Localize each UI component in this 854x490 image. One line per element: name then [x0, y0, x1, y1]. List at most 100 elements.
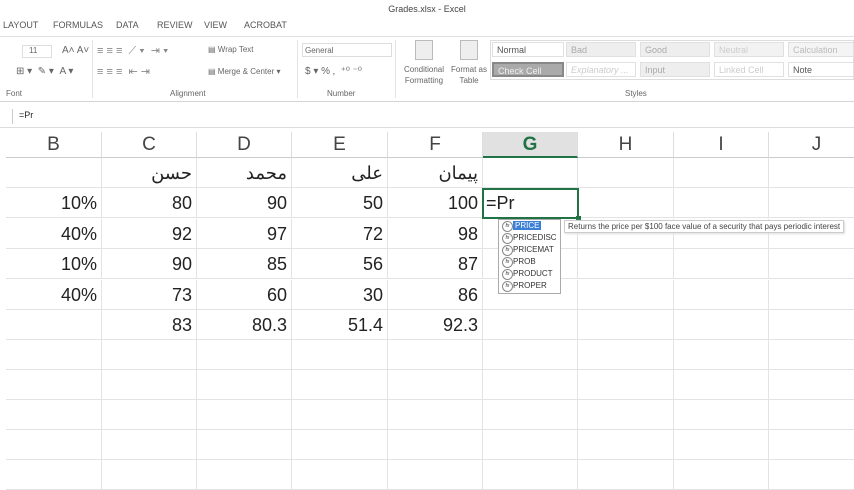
- cell[interactable]: 51.4: [292, 310, 388, 340]
- style-good[interactable]: Good: [640, 42, 710, 57]
- cell[interactable]: [674, 460, 769, 490]
- cell[interactable]: [674, 430, 769, 460]
- cell[interactable]: [769, 280, 854, 310]
- cell[interactable]: [6, 340, 102, 370]
- cell[interactable]: [197, 400, 292, 430]
- cell[interactable]: [578, 370, 674, 400]
- cell[interactable]: [388, 340, 483, 370]
- cell[interactable]: [674, 370, 769, 400]
- cell[interactable]: [769, 400, 854, 430]
- cell[interactable]: [769, 370, 854, 400]
- column-header-i[interactable]: I: [674, 132, 769, 158]
- font-size-select[interactable]: 11: [22, 45, 52, 58]
- cell[interactable]: [292, 370, 388, 400]
- cell[interactable]: [6, 430, 102, 460]
- autocomplete-item[interactable]: PROB: [499, 256, 560, 268]
- cell[interactable]: [483, 430, 578, 460]
- column-header-d[interactable]: D: [197, 132, 292, 158]
- style-bad[interactable]: Bad: [566, 42, 636, 57]
- autocomplete-item[interactable]: PROPER: [499, 280, 560, 292]
- cell[interactable]: [197, 340, 292, 370]
- cell[interactable]: 85: [197, 249, 292, 279]
- cell[interactable]: 40%: [6, 219, 102, 249]
- cell[interactable]: [769, 188, 854, 218]
- cell[interactable]: 40%: [6, 280, 102, 310]
- cell[interactable]: [578, 310, 674, 340]
- cell[interactable]: 30: [292, 280, 388, 310]
- number-format-select[interactable]: General: [302, 43, 392, 57]
- merge-center-button[interactable]: ▤ Merge & Center ▾: [208, 67, 281, 76]
- cell[interactable]: [6, 370, 102, 400]
- tab-data[interactable]: DATA: [116, 20, 139, 30]
- column-header-j[interactable]: J: [769, 132, 854, 158]
- cell[interactable]: [578, 430, 674, 460]
- cell[interactable]: [769, 310, 854, 340]
- style-calculation[interactable]: Calculation: [788, 42, 854, 57]
- cell[interactable]: 97: [197, 219, 292, 249]
- column-header-e[interactable]: E: [292, 132, 388, 158]
- cell[interactable]: [769, 158, 854, 188]
- cell[interactable]: [197, 430, 292, 460]
- cell[interactable]: 90: [102, 249, 197, 279]
- cell[interactable]: 60: [197, 280, 292, 310]
- autocomplete-item[interactable]: PRICEDISC: [499, 232, 560, 244]
- cell[interactable]: 98: [388, 219, 483, 249]
- align-top-icons[interactable]: ≡ ≡ ≡ ⟋ ▾ ⇥ ▾: [97, 44, 168, 58]
- style-neutral[interactable]: Neutral: [714, 42, 784, 57]
- cell[interactable]: 56: [292, 249, 388, 279]
- cell[interactable]: 100: [388, 188, 483, 218]
- cell[interactable]: [6, 158, 102, 188]
- cell[interactable]: 72: [292, 219, 388, 249]
- column-header-b[interactable]: B: [6, 132, 102, 158]
- cell[interactable]: [769, 430, 854, 460]
- tab-view[interactable]: VIEW: [204, 20, 227, 30]
- cell[interactable]: 83: [102, 310, 197, 340]
- cell[interactable]: [102, 460, 197, 490]
- formula-input[interactable]: =Pr: [19, 110, 33, 120]
- cell[interactable]: [674, 158, 769, 188]
- cell[interactable]: [292, 460, 388, 490]
- cell[interactable]: [674, 249, 769, 279]
- cell[interactable]: [769, 249, 854, 279]
- cell[interactable]: [483, 370, 578, 400]
- cell[interactable]: [102, 370, 197, 400]
- cell[interactable]: [483, 340, 578, 370]
- cell[interactable]: [483, 400, 578, 430]
- cell[interactable]: [292, 400, 388, 430]
- tab-formulas[interactable]: FORMULAS: [53, 20, 103, 30]
- cell[interactable]: [388, 400, 483, 430]
- cell[interactable]: [102, 400, 197, 430]
- cell[interactable]: 87: [388, 249, 483, 279]
- cell[interactable]: 50: [292, 188, 388, 218]
- cell[interactable]: [197, 460, 292, 490]
- cell[interactable]: محمد: [197, 158, 292, 188]
- style-check-cell[interactable]: Check Cell: [492, 62, 564, 77]
- cell[interactable]: [6, 460, 102, 490]
- cell[interactable]: 80: [102, 188, 197, 218]
- cell[interactable]: [6, 310, 102, 340]
- fill-color-button[interactable]: ⊞ ▾ ✎ ▾ A ▾: [16, 66, 73, 77]
- cell[interactable]: [483, 310, 578, 340]
- cell[interactable]: [102, 340, 197, 370]
- cell[interactable]: [483, 460, 578, 490]
- autocomplete-item[interactable]: PRICEMAT: [499, 244, 560, 256]
- cell[interactable]: علی: [292, 158, 388, 188]
- column-header-c[interactable]: C: [102, 132, 197, 158]
- cell[interactable]: [674, 340, 769, 370]
- cell[interactable]: 92.3: [388, 310, 483, 340]
- wrap-text-button[interactable]: ▤ Wrap Text: [208, 45, 254, 54]
- autocomplete-item[interactable]: PRICE: [499, 220, 560, 232]
- cell[interactable]: [578, 460, 674, 490]
- format-as-table-button[interactable]: Format as Table: [450, 64, 488, 86]
- grow-font-button[interactable]: A˄ A˅: [62, 45, 89, 56]
- cell[interactable]: [769, 340, 854, 370]
- cell[interactable]: [674, 310, 769, 340]
- cell[interactable]: 10%: [6, 249, 102, 279]
- autocomplete-item[interactable]: PRODUCT: [499, 268, 560, 280]
- tab-review[interactable]: REVIEW: [157, 20, 193, 30]
- cell[interactable]: [388, 460, 483, 490]
- style-normal[interactable]: Normal: [492, 42, 564, 57]
- cell[interactable]: [292, 430, 388, 460]
- tab-layout[interactable]: LAYOUT: [3, 20, 38, 30]
- tab-acrobat[interactable]: ACROBAT: [244, 20, 287, 30]
